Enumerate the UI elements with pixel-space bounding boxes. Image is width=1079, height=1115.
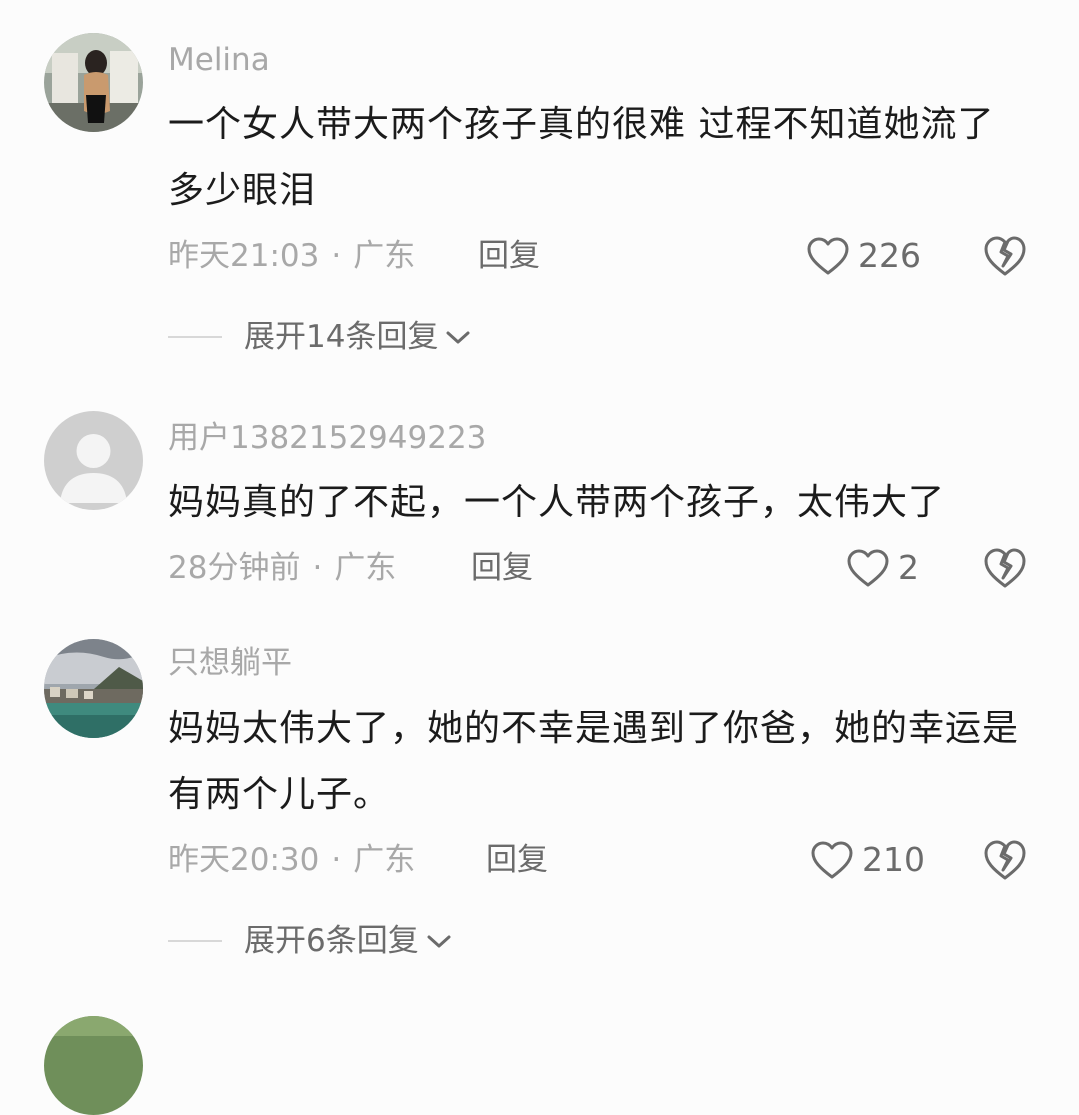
avatar[interactable] (44, 639, 143, 738)
reply-button[interactable]: 回复 (478, 236, 540, 276)
chevron-down-icon (438, 327, 472, 347)
broken-heart-icon (982, 840, 1028, 886)
heart-outline-icon (846, 548, 890, 588)
username[interactable]: 用户1382152949223 (168, 418, 486, 458)
username[interactable]: Melina (168, 40, 270, 80)
divider-line (168, 336, 222, 338)
chevron-down-icon (419, 931, 453, 951)
dislike-button[interactable] (982, 838, 1028, 882)
like-count: 2 (898, 548, 919, 587)
expand-replies-label: 展开14条回复 (244, 319, 439, 355)
comment-time: 28分钟前 (168, 550, 301, 586)
like-button[interactable]: 226 (806, 234, 921, 278)
comment-location: 广东 (353, 238, 416, 274)
meta-separator: · (331, 842, 342, 878)
expand-replies-button[interactable]: 展开6条回复 (168, 921, 453, 961)
comment-text: 妈妈太伟大了，她的不幸是遇到了你爸，她的幸运是有两个儿子。 (168, 708, 1020, 815)
reply-button[interactable]: 回复 (471, 548, 533, 588)
avatar[interactable] (44, 411, 143, 510)
meta-separator: · (331, 238, 342, 274)
like-button[interactable]: 2 (846, 546, 919, 590)
like-count: 226 (858, 236, 921, 275)
like-count: 210 (862, 840, 925, 879)
comment-meta: 昨天20:30 · 广东 (168, 840, 415, 880)
comment-location: 广东 (353, 842, 416, 878)
comment-time: 昨天21:03 (168, 238, 320, 274)
divider-line (168, 940, 222, 942)
broken-heart-icon (982, 236, 1028, 282)
expand-replies-label: 展开6条回复 (244, 923, 419, 959)
heart-outline-icon (810, 840, 854, 880)
broken-heart-icon (982, 548, 1028, 594)
reply-button[interactable]: 回复 (486, 840, 548, 880)
comment-text: 一个女人带大两个孩子真的很难 过程不知道她流了多少眼泪 (168, 104, 995, 211)
dislike-button[interactable] (982, 546, 1028, 590)
like-button[interactable]: 210 (810, 838, 925, 882)
dislike-button[interactable] (982, 234, 1028, 278)
comment-meta: 28分钟前 · 广东 (168, 548, 396, 588)
username[interactable]: 只想躺平 (168, 643, 292, 683)
comment-meta: 昨天21:03 · 广东 (168, 236, 415, 276)
avatar[interactable] (44, 33, 143, 132)
comment-time: 昨天20:30 (168, 842, 320, 878)
meta-separator: · (312, 550, 323, 586)
comment-text: 妈妈真的了不起，一个人带两个孩子，太伟大了 (168, 482, 946, 523)
heart-outline-icon (806, 236, 850, 276)
avatar[interactable] (44, 1016, 143, 1115)
expand-replies-button[interactable]: 展开14条回复 (168, 317, 472, 357)
comment-location: 广东 (334, 550, 397, 586)
